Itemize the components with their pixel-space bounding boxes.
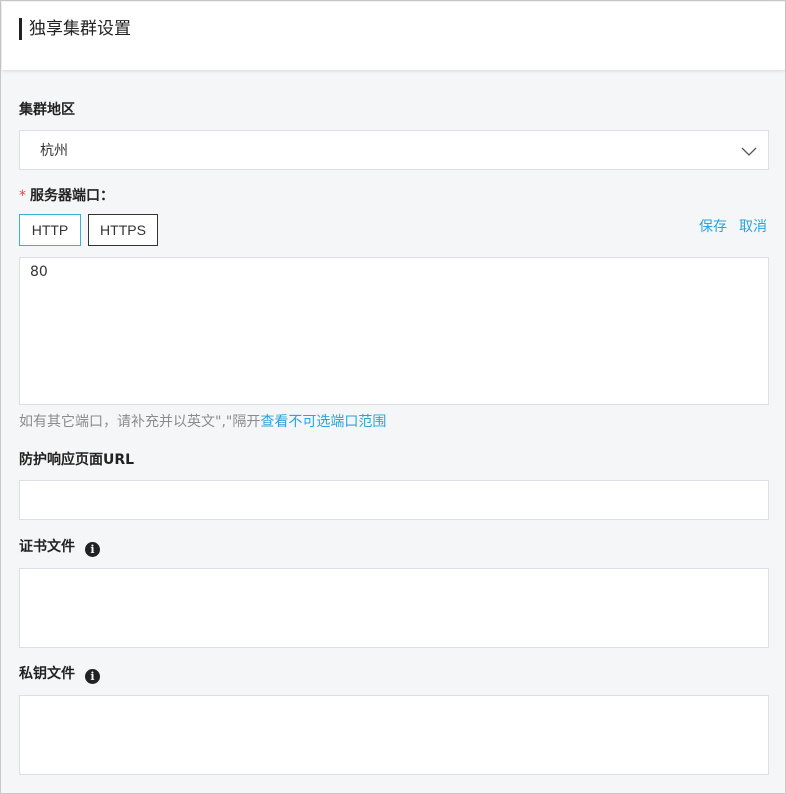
page-title: 独享集群设置 bbox=[29, 19, 131, 39]
private-key-label-text: 私钥文件 bbox=[19, 666, 75, 682]
port-textarea[interactable]: 80 bbox=[19, 257, 769, 405]
port-hint: 如有其它端口，请补充并以英文","隔开查看不可选端口范围 bbox=[19, 412, 386, 432]
port-range-link[interactable]: 查看不可选端口范围 bbox=[260, 414, 386, 430]
http-tab[interactable]: HTTP bbox=[19, 214, 81, 246]
info-icon[interactable]: i bbox=[85, 542, 100, 557]
region-select[interactable]: 杭州 bbox=[19, 130, 769, 170]
protect-url-input[interactable] bbox=[19, 480, 769, 520]
cert-label: 证书文件 i bbox=[19, 537, 100, 557]
private-key-label: 私钥文件 i bbox=[19, 664, 100, 684]
private-key-textarea[interactable] bbox=[19, 695, 769, 775]
cert-textarea[interactable] bbox=[19, 568, 769, 648]
required-mark: * bbox=[19, 188, 26, 204]
chevron-down-icon bbox=[741, 147, 757, 156]
save-link[interactable]: 保存 bbox=[699, 217, 727, 237]
cert-label-text: 证书文件 bbox=[19, 539, 75, 555]
region-select-value: 杭州 bbox=[40, 143, 68, 159]
cancel-link[interactable]: 取消 bbox=[739, 217, 767, 237]
info-icon[interactable]: i bbox=[85, 669, 100, 684]
settings-panel: 独享集群设置 集群地区 杭州 * 服务器端口： HTTP HTTPS 保存 取消 … bbox=[0, 0, 786, 794]
port-hint-text: 如有其它端口，请补充并以英文","隔开 bbox=[19, 414, 261, 430]
panel-header: 独享集群设置 bbox=[2, 2, 785, 70]
header-accent-bar bbox=[19, 18, 22, 40]
port-label: * 服务器端口： bbox=[19, 186, 114, 206]
protect-url-label: 防护响应页面URL bbox=[19, 452, 135, 468]
region-label: 集群地区 bbox=[19, 102, 75, 118]
port-label-text: 服务器端口： bbox=[30, 188, 114, 204]
https-tab[interactable]: HTTPS bbox=[88, 214, 158, 246]
